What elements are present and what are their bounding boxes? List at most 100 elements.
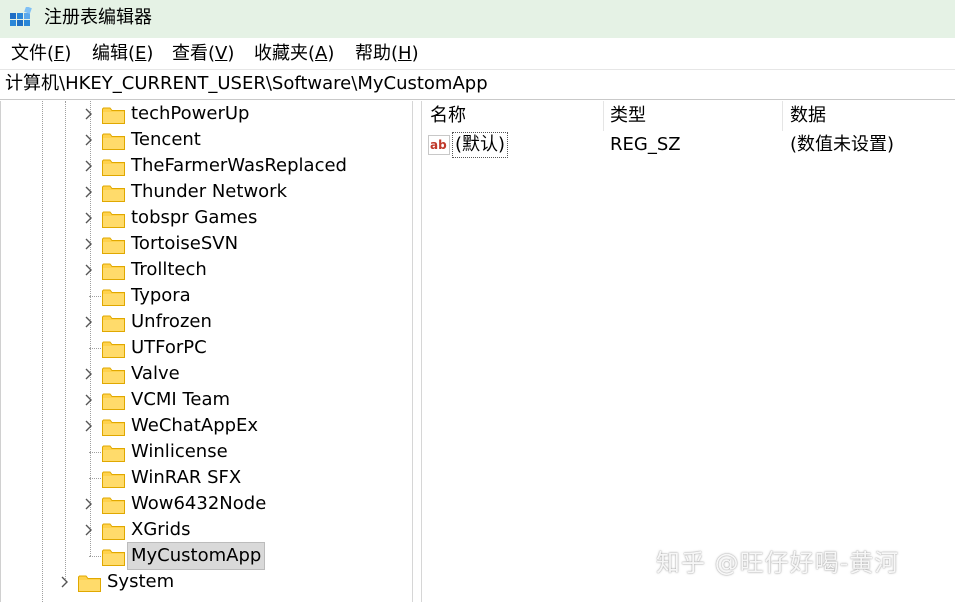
- tree-node-label[interactable]: techPowerUp: [128, 101, 252, 127]
- tree-node-label[interactable]: Unfrozen: [128, 309, 215, 335]
- folder-icon: [102, 132, 125, 150]
- tree-connector: [89, 296, 101, 297]
- tree-node[interactable]: techPowerUp: [1, 101, 412, 127]
- chevron-right-icon[interactable]: [82, 237, 96, 251]
- chevron-right-icon[interactable]: [82, 315, 96, 329]
- regedit-app-icon: [10, 7, 32, 26]
- svg-text:ab: ab: [430, 138, 447, 152]
- folder-icon: [102, 184, 125, 202]
- menu-edit[interactable]: 编辑(E): [90, 42, 155, 66]
- folder-icon: [102, 366, 125, 384]
- tree-connector: [89, 452, 101, 453]
- pane-splitter[interactable]: [412, 101, 422, 602]
- tree-node[interactable]: Trolltech: [1, 257, 412, 283]
- tree-node-label[interactable]: Valve: [128, 361, 183, 387]
- value-list-pane[interactable]: 名称 类型 数据 ab (默认) REG_SZ (数值未设置): [422, 101, 955, 602]
- tree-node-label[interactable]: TheFarmerWasReplaced: [128, 153, 350, 179]
- tree-node-label[interactable]: Winlicense: [128, 439, 231, 465]
- folder-icon: [102, 418, 125, 436]
- chevron-right-icon[interactable]: [82, 523, 96, 537]
- tree-node-label[interactable]: tobspr Games: [128, 205, 260, 231]
- title-bar: 注册表编辑器: [0, 0, 955, 38]
- tree-node[interactable]: TortoiseSVN: [1, 231, 412, 257]
- tree-node[interactable]: Tencent: [1, 127, 412, 153]
- tree-connector: [89, 556, 101, 557]
- tree-node[interactable]: XGrids: [1, 517, 412, 543]
- tree-node-label[interactable]: WinRAR SFX: [128, 465, 244, 491]
- tree-connector: [89, 348, 101, 349]
- chevron-right-icon[interactable]: [82, 367, 96, 381]
- tree-node[interactable]: WinRAR SFX: [1, 465, 412, 491]
- folder-icon: [102, 314, 125, 332]
- tree-node[interactable]: Winlicense: [1, 439, 412, 465]
- tree-node-label[interactable]: Wow6432Node: [128, 491, 269, 517]
- chevron-right-icon[interactable]: [82, 211, 96, 225]
- tree-node[interactable]: Valve: [1, 361, 412, 387]
- folder-icon: [102, 236, 125, 254]
- tree-node-label[interactable]: Thunder Network: [128, 179, 290, 205]
- tree-node-label[interactable]: VCMI Team: [128, 387, 233, 413]
- value-data: (数值未设置): [790, 134, 895, 155]
- tree-node[interactable]: Typora: [1, 283, 412, 309]
- value-name[interactable]: (默认): [451, 132, 509, 158]
- tree-node-label[interactable]: WeChatAppEx: [128, 413, 261, 439]
- watermark: 知乎 @旺仔好喝-黄河: [656, 549, 900, 577]
- tree-node-label[interactable]: UTForPC: [128, 335, 210, 361]
- menu-favorites[interactable]: 收藏夹(A): [252, 42, 336, 66]
- chevron-right-icon[interactable]: [58, 575, 72, 589]
- tree-node[interactable]: Unfrozen: [1, 309, 412, 335]
- value-type: REG_SZ: [610, 134, 681, 155]
- tree-node[interactable]: tobspr Games: [1, 205, 412, 231]
- folder-icon: [102, 210, 125, 228]
- address-bar[interactable]: 计算机\HKEY_CURRENT_USER\Software\MyCustomA…: [0, 70, 955, 100]
- address-path[interactable]: 计算机\HKEY_CURRENT_USER\Software\MyCustomA…: [5, 72, 488, 96]
- column-header-name[interactable]: 名称: [422, 101, 604, 131]
- menu-bar: 文件(F) 编辑(E) 查看(V) 收藏夹(A) 帮助(H): [0, 38, 955, 70]
- folder-icon: [102, 548, 125, 566]
- folder-icon: [102, 444, 125, 462]
- chevron-right-icon[interactable]: [82, 107, 96, 121]
- tree-node[interactable]: UTForPC: [1, 335, 412, 361]
- tree-node[interactable]: Wow6432Node: [1, 491, 412, 517]
- tree-connector: [89, 478, 101, 479]
- tree-node-label[interactable]: Trolltech: [128, 257, 210, 283]
- tree-node-label[interactable]: XGrids: [128, 517, 193, 543]
- tree-node-label[interactable]: MyCustomApp: [126, 542, 266, 570]
- key-tree-pane[interactable]: techPowerUp Tencent TheFarmerWasReplaced Th…: [0, 101, 412, 602]
- tree-node[interactable]: TheFarmerWasReplaced: [1, 153, 412, 179]
- tree-node-label[interactable]: Tencent: [128, 127, 204, 153]
- chevron-right-icon[interactable]: [82, 263, 96, 277]
- menu-view[interactable]: 查看(V): [170, 42, 236, 66]
- window-title: 注册表编辑器: [44, 7, 152, 28]
- tree-node[interactable]: WeChatAppEx: [1, 413, 412, 439]
- tree-node[interactable]: MyCustomApp: [1, 542, 412, 570]
- string-value-icon: ab: [428, 135, 450, 155]
- folder-icon: [78, 574, 101, 592]
- value-row[interactable]: ab (默认) REG_SZ (数值未设置): [422, 131, 955, 159]
- chevron-right-icon[interactable]: [82, 497, 96, 511]
- chevron-right-icon[interactable]: [82, 133, 96, 147]
- menu-help[interactable]: 帮助(H): [353, 42, 421, 66]
- menu-file[interactable]: 文件(F): [9, 42, 73, 66]
- tree-node[interactable]: System: [1, 569, 412, 595]
- folder-icon: [102, 106, 125, 124]
- column-header-type[interactable]: 类型: [602, 101, 784, 131]
- folder-icon: [102, 340, 125, 358]
- chevron-right-icon[interactable]: [82, 393, 96, 407]
- chevron-right-icon[interactable]: [82, 185, 96, 199]
- folder-icon: [102, 522, 125, 540]
- tree-node-label[interactable]: Typora: [128, 283, 194, 309]
- folder-icon: [102, 496, 125, 514]
- tree-node[interactable]: VCMI Team: [1, 387, 412, 413]
- folder-icon: [102, 262, 125, 280]
- chevron-right-icon[interactable]: [82, 419, 96, 433]
- folder-icon: [102, 470, 125, 488]
- folder-icon: [102, 392, 125, 410]
- chevron-right-icon[interactable]: [82, 159, 96, 173]
- tree-node[interactable]: Thunder Network: [1, 179, 412, 205]
- column-header-data[interactable]: 数据: [782, 101, 955, 131]
- tree-node-label[interactable]: System: [104, 569, 177, 595]
- tree-node-label[interactable]: TortoiseSVN: [128, 231, 241, 257]
- folder-icon: [102, 288, 125, 306]
- folder-icon: [102, 158, 125, 176]
